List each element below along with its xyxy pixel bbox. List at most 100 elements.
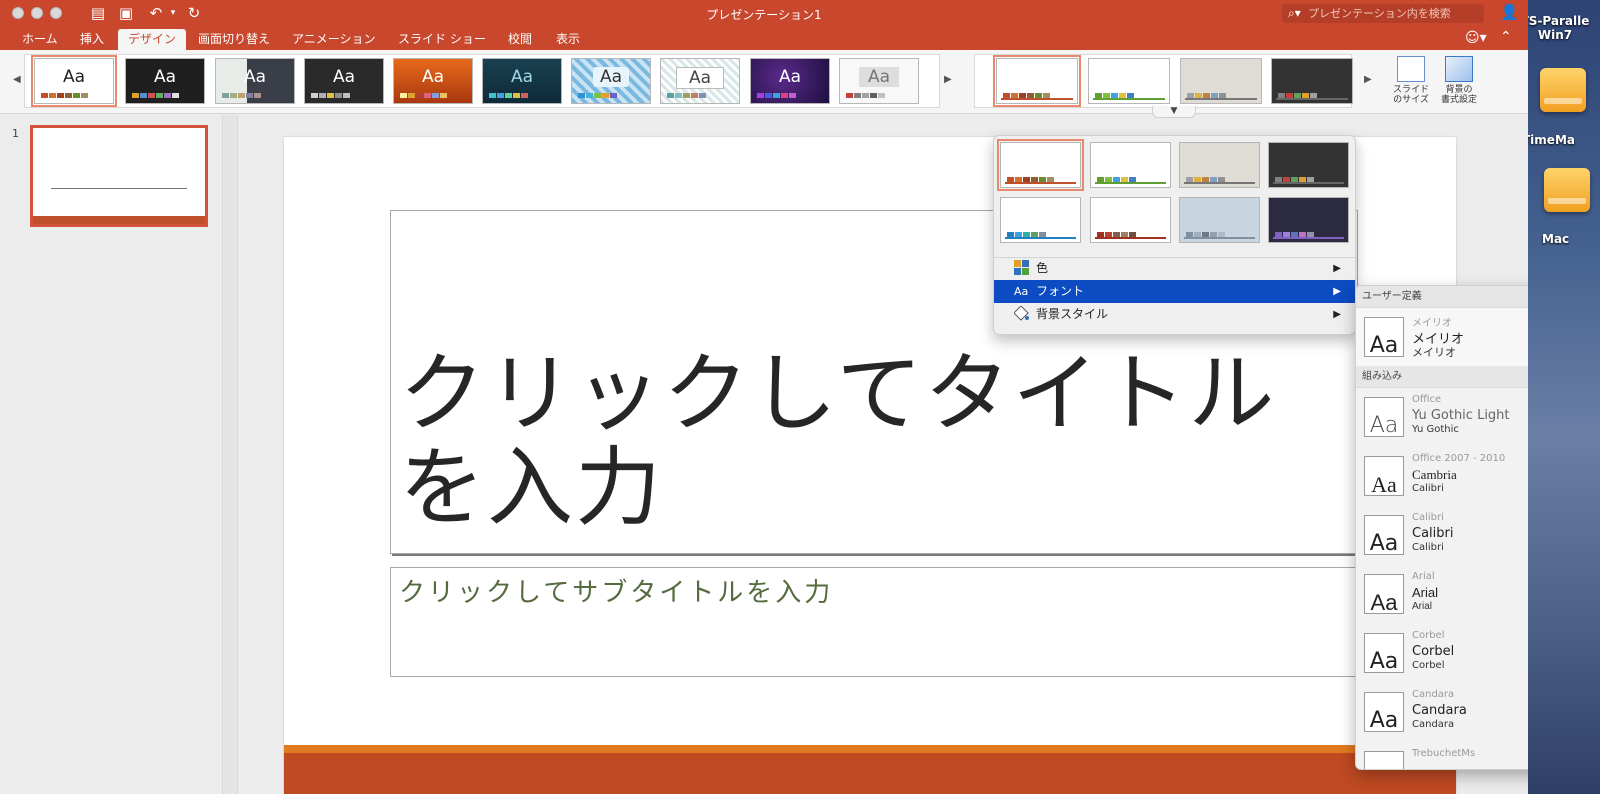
theme-thumbnail-purple[interactable]: Aa — [750, 58, 830, 104]
theme-thumbnail-pattern[interactable]: Aa — [571, 58, 651, 104]
tab-animations[interactable]: アニメーション — [282, 29, 386, 50]
font-set-name: Office — [1412, 394, 1442, 405]
variant-option-6[interactable] — [1090, 197, 1171, 243]
search-placeholder: プレゼンテーション内を検索 — [1308, 7, 1451, 20]
theme-thumbnail-office[interactable]: Aa — [31, 55, 117, 107]
theme-thumbnail-light[interactable]: Aa — [839, 58, 919, 104]
color-grid-icon — [1014, 260, 1031, 277]
collapse-ribbon-icon[interactable]: ⌃ — [1500, 29, 1512, 45]
font-option-office-2007[interactable]: Aa Office 2007 - 2010 Cambria Calibri — [1356, 447, 1528, 505]
themes-scroll-left-icon[interactable]: ◀ — [13, 74, 21, 85]
font-body-name: Arial — [1412, 601, 1433, 612]
font-sample-text: Aa — [1364, 515, 1404, 555]
tab-view[interactable]: 表示 — [546, 29, 590, 50]
font-sample-text: Aa — [1364, 397, 1404, 437]
theme-thumbnail-dark[interactable]: Aa — [125, 58, 205, 104]
slide-thumbnail[interactable] — [30, 125, 208, 227]
slide-size-label-2: のサイズ — [1393, 95, 1429, 105]
desktop-icon-label: TimeMa — [1522, 133, 1575, 147]
theme-sample-text: Aa — [332, 67, 356, 87]
slide-thumbnail-pane: 1 — [0, 115, 222, 794]
desktop-background: TS-Paralle Win7 TimeMa Mac — [1521, 0, 1600, 794]
tab-insert[interactable]: 挿入 — [70, 29, 114, 50]
variants-scroll-right-icon[interactable]: ▶ — [1364, 74, 1372, 85]
subtitle-placeholder[interactable]: クリックしてサブタイトルを入力 — [390, 567, 1358, 677]
font-option-arial[interactable]: Aa Arial Arial Arial — [1356, 565, 1528, 623]
font-option-trebuchet[interactable]: Aa TrebuchetMs — [1356, 742, 1528, 769]
font-heading-name: Cambria — [1412, 467, 1457, 482]
slide-size-label-1: スライド — [1392, 85, 1429, 95]
theme-thumbnail-frame[interactable]: Aa — [660, 58, 740, 104]
font-aa-icon: Aa — [1014, 285, 1029, 298]
theme-sample-text: Aa — [778, 67, 802, 87]
font-sample-text: Aa — [1364, 692, 1404, 732]
theme-sample-text: Aa — [676, 67, 724, 89]
variants-more-button[interactable]: ▼ — [1152, 106, 1196, 118]
font-option-corbel[interactable]: Aa Corbel Corbel Corbel — [1356, 624, 1528, 682]
variant-thumbnail-1[interactable] — [993, 55, 1081, 107]
section-header-builtin: 組み込み — [1356, 366, 1528, 388]
font-body-name: Candara — [1412, 719, 1455, 730]
font-heading-name: Calibri — [1412, 526, 1454, 541]
slide-bottom-band — [284, 753, 1456, 794]
font-option-calibri[interactable]: Aa Calibri Calibri Calibri — [1356, 506, 1528, 564]
font-set-name: Corbel — [1412, 630, 1445, 641]
menu-item-colors[interactable]: 色 ▶ — [994, 257, 1355, 280]
pane-splitter[interactable] — [222, 115, 238, 794]
font-body-name: Corbel — [1412, 660, 1445, 671]
fonts-submenu: ユーザー定義 Aa メイリオ メイリオ メイリオ 組み込み Aa Office … — [1355, 285, 1528, 770]
format-background-button[interactable]: 背景の 書式設定 — [1436, 56, 1482, 105]
share-person-icon[interactable]: 👤 — [1500, 3, 1519, 21]
theme-thumbnail-charcoal[interactable]: Aa — [304, 58, 384, 104]
variant-option-5[interactable] — [1000, 197, 1081, 243]
drive-icon[interactable] — [1544, 168, 1590, 212]
font-body-name: Calibri — [1412, 542, 1444, 553]
variant-thumbnail-4[interactable] — [1271, 58, 1353, 104]
slide-number: 1 — [12, 127, 19, 140]
variant-option-2[interactable] — [1090, 142, 1171, 188]
variant-thumbnail-2[interactable] — [1088, 58, 1170, 104]
variant-thumbnail-3[interactable] — [1180, 58, 1262, 104]
powerpoint-window: ▤ ▣ ↶ ▾ ↻ プレゼンテーション1 ⌕▾ プレゼンテーション内を検索 👤 … — [0, 0, 1528, 794]
feedback-smile-icon[interactable]: ☺▾ — [1465, 30, 1487, 46]
tab-slideshow[interactable]: スライド ショー — [388, 29, 496, 50]
variant-option-8[interactable] — [1268, 197, 1349, 243]
search-input[interactable]: ⌕▾ プレゼンテーション内を検索 — [1282, 4, 1484, 23]
theme-sample-text: Aa — [593, 67, 629, 87]
tab-transitions[interactable]: 画面切り替え — [188, 29, 280, 50]
font-option-office[interactable]: Aa Office Yu Gothic Light Yu Gothic — [1356, 388, 1528, 446]
desktop-icon-label: Mac — [1542, 232, 1570, 246]
font-body-name: Calibri — [1412, 483, 1444, 494]
font-body-name: メイリオ — [1412, 346, 1456, 359]
font-option-candara[interactable]: Aa Candara Candara Candara — [1356, 683, 1528, 741]
submenu-arrow-icon: ▶ — [1333, 286, 1341, 297]
ribbon-tabs: ホーム 挿入 デザイン 画面切り替え アニメーション スライド ショー 校閲 表… — [0, 27, 1528, 50]
slide-size-icon — [1397, 56, 1425, 82]
title-placeholder-text: クリックしてタイトルを入力 — [399, 344, 1277, 538]
drive-icon[interactable] — [1540, 68, 1586, 112]
theme-thumbnail-orange[interactable]: Aa — [393, 58, 473, 104]
submenu-arrow-icon: ▶ — [1333, 309, 1341, 320]
theme-thumbnail-leaves[interactable]: Aa — [215, 58, 295, 104]
font-heading-name: Arial — [1412, 585, 1439, 600]
variant-option-4[interactable] — [1268, 142, 1349, 188]
font-sample-text: Aa — [1364, 633, 1404, 673]
theme-sample-text: Aa — [421, 67, 445, 87]
variant-option-3[interactable] — [1179, 142, 1260, 188]
tab-review[interactable]: 校閲 — [498, 29, 542, 50]
tab-home[interactable]: ホーム — [12, 29, 68, 50]
menu-item-fonts[interactable]: Aa フォント ▶ — [994, 280, 1355, 303]
font-heading-name: Corbel — [1412, 644, 1455, 659]
variant-option-1[interactable] — [997, 139, 1084, 191]
slide-size-button[interactable]: スライド のサイズ — [1388, 56, 1434, 105]
menu-item-background-styles[interactable]: 背景スタイル ▶ — [994, 303, 1355, 326]
format-background-label-2: 書式設定 — [1440, 95, 1477, 105]
tab-design[interactable]: デザイン — [118, 29, 187, 50]
font-option-meiryo[interactable]: Aa メイリオ メイリオ メイリオ — [1356, 308, 1528, 366]
themes-scroll-right-icon[interactable]: ▶ — [944, 74, 952, 85]
slide-accent-stripe — [284, 745, 1456, 753]
font-set-name: TrebuchetMs — [1412, 748, 1476, 759]
paint-bucket-icon — [1013, 305, 1031, 323]
variant-option-7[interactable] — [1179, 197, 1260, 243]
theme-thumbnail-teal[interactable]: Aa — [482, 58, 562, 104]
